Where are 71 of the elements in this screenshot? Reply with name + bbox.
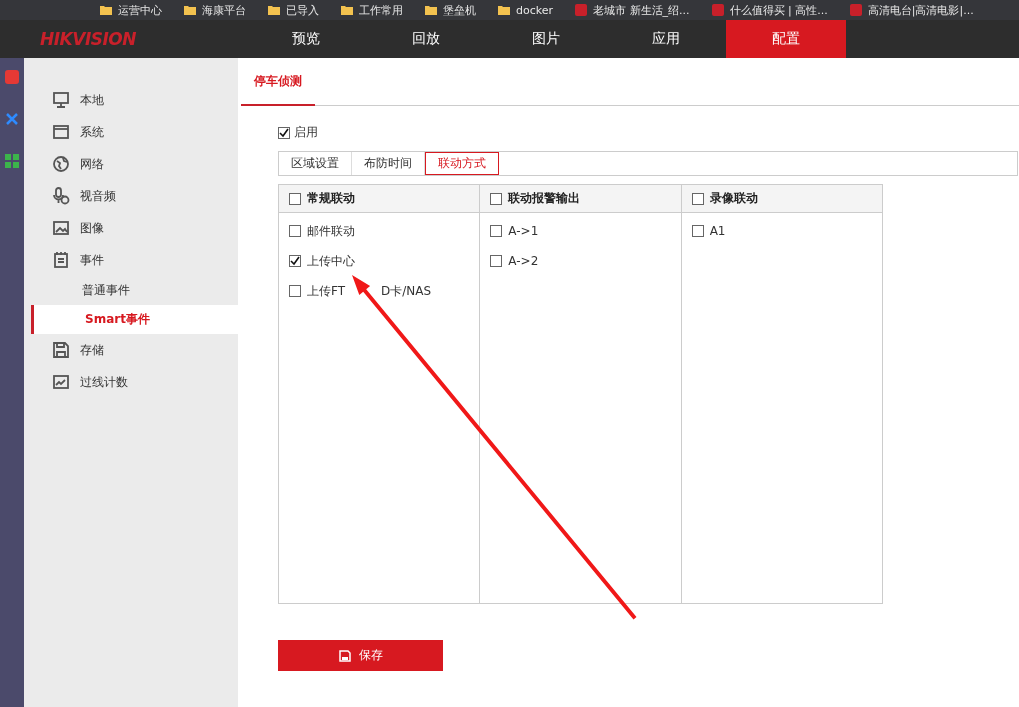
enable-label: 启用 <box>294 124 318 141</box>
checkbox[interactable] <box>289 192 301 205</box>
bookmark[interactable]: docker <box>498 3 554 17</box>
checkbox[interactable] <box>289 225 301 237</box>
sidebar-item[interactable]: 事件 <box>24 244 238 276</box>
sidebar-item[interactable]: 网络 <box>24 148 238 180</box>
option-label: 上传FT <box>307 282 346 300</box>
nav-tab[interactable]: 图片 <box>486 20 606 58</box>
nav-tab[interactable]: 配置 <box>726 20 846 58</box>
window-icon <box>52 123 70 141</box>
checkbox[interactable] <box>289 285 301 297</box>
site-icon <box>711 4 724 16</box>
monitor-icon <box>52 91 70 109</box>
checkbox[interactable] <box>490 255 503 267</box>
bookmark[interactable]: 高清电台|高清电影|... <box>849 2 974 18</box>
floppy-icon <box>338 649 351 662</box>
globe-icon <box>52 155 70 173</box>
folder-icon <box>425 5 437 15</box>
bookmark[interactable]: 堡垒机 <box>425 2 476 18</box>
sidebar-item[interactable]: 视音频 <box>24 180 238 212</box>
folder-icon <box>100 5 112 15</box>
option-label: A->1 <box>508 224 539 238</box>
folder-icon <box>184 5 196 15</box>
option-label: 邮件联动 <box>307 222 355 240</box>
column-title: 联动报警输出 <box>508 190 581 207</box>
folder-icon <box>268 5 280 15</box>
nav-tab[interactable]: 预览 <box>246 20 366 58</box>
bookmark[interactable]: 海康平台 <box>184 2 246 18</box>
sidebar-item[interactable]: 本地 <box>24 84 238 116</box>
notepad-icon <box>52 251 70 269</box>
app-icon[interactable] <box>5 112 19 126</box>
sidebar-item[interactable]: 系统 <box>24 116 238 148</box>
checkbox[interactable] <box>490 192 503 205</box>
column-title: 常规联动 <box>307 190 355 207</box>
save-button[interactable]: 保存 <box>278 640 443 671</box>
column-title: 录像联动 <box>709 190 758 207</box>
microphone-icon <box>52 187 70 205</box>
option-label: D卡/NAS <box>381 282 432 300</box>
sidebar-item[interactable]: 过线计数 <box>24 366 238 398</box>
folder-icon <box>498 5 510 15</box>
site-icon <box>849 4 862 16</box>
bookmark[interactable]: 运营中心 <box>100 2 162 18</box>
sidebar-subitem[interactable]: 普通事件 <box>24 276 238 305</box>
checkbox[interactable] <box>691 225 704 237</box>
option-label: 上传中心 <box>307 252 355 270</box>
checkbox[interactable] <box>490 225 503 237</box>
image-icon <box>52 219 70 237</box>
app-icon[interactable] <box>5 154 19 168</box>
sidebar-item[interactable]: 存储 <box>24 334 238 366</box>
bookmark[interactable]: 什么值得买 | 高性... <box>711 2 828 18</box>
checkbox[interactable] <box>289 255 301 267</box>
site-icon <box>575 4 588 16</box>
folder-icon <box>341 5 353 15</box>
sidebar-item[interactable]: 图像 <box>24 212 238 244</box>
step-tab[interactable]: 联动方式 <box>425 152 499 175</box>
bookmark[interactable]: 已导入 <box>268 2 319 18</box>
step-tab[interactable]: 布防时间 <box>352 152 425 175</box>
checkbox[interactable] <box>278 126 290 139</box>
step-tab[interactable]: 区域设置 <box>279 152 352 175</box>
bookmark[interactable]: 老城市 新生活_绍... <box>575 2 690 18</box>
floppy-icon <box>52 341 70 359</box>
page-tab[interactable]: 停车侦测 <box>241 58 315 106</box>
nav-tab[interactable]: 回放 <box>366 20 486 58</box>
nav-tab[interactable]: 应用 <box>606 20 726 58</box>
bookmark[interactable]: 工作常用 <box>341 2 403 18</box>
option-label: A1 <box>709 224 726 238</box>
option-label: A->2 <box>508 254 539 268</box>
sidebar-subitem[interactable]: Smart事件 <box>31 305 238 334</box>
chart-icon <box>52 373 70 391</box>
logo: HIKVISION <box>39 28 137 51</box>
checkbox[interactable] <box>691 192 704 205</box>
